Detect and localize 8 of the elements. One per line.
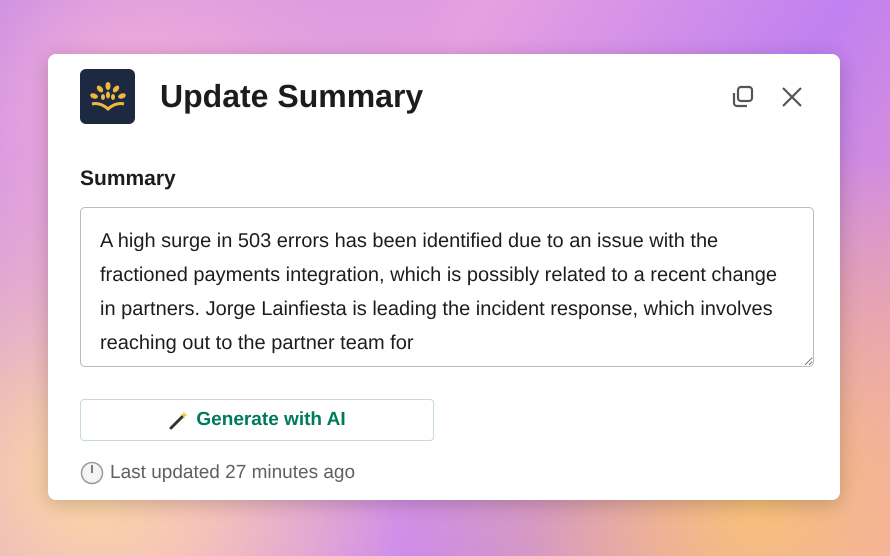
summary-field[interactable]: A high surge in 503 errors has been identified due to an issue with the fractioned payments integration, which is possibly related to a recent change in partners. Jorge Lainfiesta is leading the incident response, which involves reaching out to the partner team for (80, 207, 814, 367)
last-updated-text: Last updated 27 minutes ago (110, 462, 356, 484)
magic-wand-icon (168, 409, 190, 431)
clock-icon (80, 461, 104, 485)
dialog-title: Update Summary (160, 78, 424, 115)
logo-icon (80, 69, 135, 124)
generate-button[interactable]: Generate with AI (80, 399, 434, 441)
summary-label: Summary (80, 167, 177, 191)
